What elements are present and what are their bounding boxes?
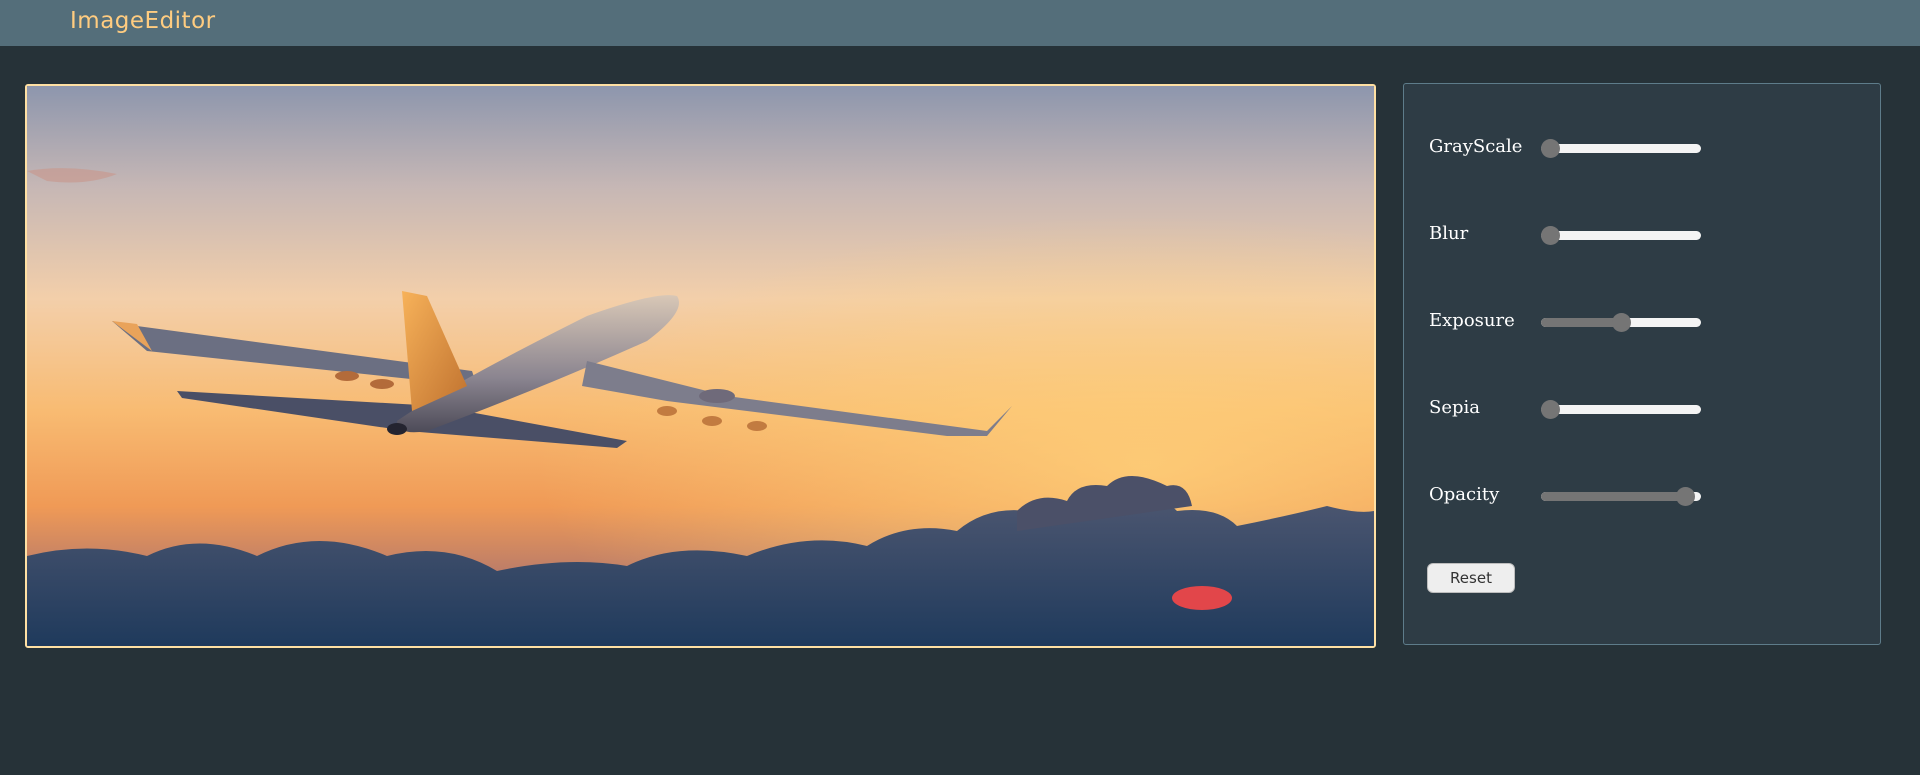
grayscale-slider[interactable] xyxy=(1541,139,1701,158)
slider-thumb[interactable] xyxy=(1675,487,1695,506)
exposure-label: Exposure xyxy=(1429,310,1515,331)
exposure-slider[interactable] xyxy=(1541,313,1701,332)
slider-thumb[interactable] xyxy=(1541,226,1560,245)
sepia-slider[interactable] xyxy=(1541,400,1701,419)
exposure-control: Exposure xyxy=(1429,309,1849,339)
blur-slider[interactable] xyxy=(1541,226,1701,245)
opacity-slider[interactable] xyxy=(1541,487,1701,506)
app-title: ImageEditor xyxy=(70,8,216,34)
airplane-sunset-photo xyxy=(27,86,1374,646)
slider-fill xyxy=(1541,318,1621,327)
sepia-label: Sepia xyxy=(1429,397,1480,418)
slider-thumb[interactable] xyxy=(1612,313,1631,332)
opacity-control: Opacity xyxy=(1429,483,1849,513)
slider-thumb[interactable] xyxy=(1541,139,1560,158)
slider-thumb[interactable] xyxy=(1541,400,1560,419)
blur-control: Blur xyxy=(1429,222,1849,252)
top-bar: ImageEditor xyxy=(0,0,1920,46)
reset-button[interactable]: Reset xyxy=(1427,563,1515,593)
sepia-control: Sepia xyxy=(1429,396,1849,426)
opacity-label: Opacity xyxy=(1429,484,1500,505)
grayscale-label: GrayScale xyxy=(1429,136,1523,157)
blur-label: Blur xyxy=(1429,223,1469,244)
slider-fill xyxy=(1541,492,1685,501)
image-preview xyxy=(25,84,1376,648)
grayscale-control: GrayScale xyxy=(1429,135,1849,165)
filter-panel: GrayScale Blur Exposure Sepia Opacity Re… xyxy=(1403,83,1881,645)
